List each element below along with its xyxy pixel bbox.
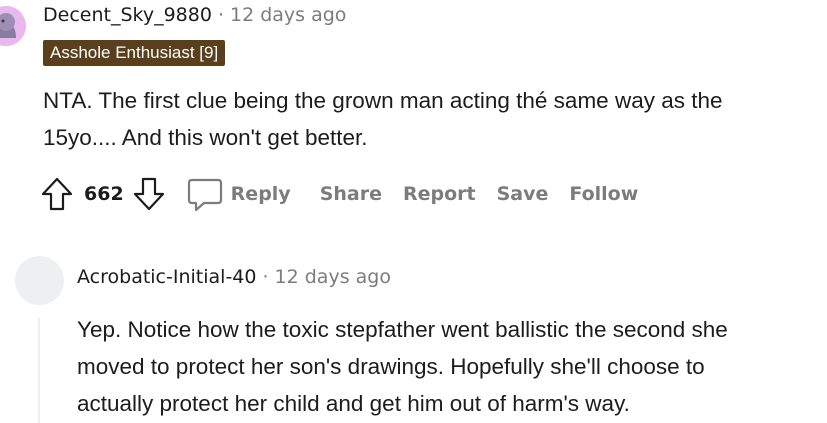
report-button[interactable]: Report (403, 183, 476, 205)
meta-separator: · (262, 266, 269, 288)
reply-button[interactable]: Reply (186, 175, 312, 213)
upvote-icon (41, 177, 73, 211)
avatar[interactable] (0, 6, 26, 46)
comment-body-line: NTA. The first clue being the grown man … (43, 88, 723, 113)
reply-body: Yep. Notice how the toxic stepfather wen… (77, 311, 728, 422)
reply-author[interactable]: Acrobatic-Initial-40 (77, 266, 256, 288)
follow-button[interactable]: Follow (569, 183, 638, 205)
downvote-icon (133, 177, 164, 211)
reply-body-line: Yep. Notice how the toxic stepfather wen… (77, 317, 728, 342)
comment-body-line: 15yo.... And this won't get better. (43, 125, 368, 150)
comment-time[interactable]: 12 days ago (230, 4, 346, 26)
downvote-button[interactable] (132, 176, 166, 212)
reply-avatar[interactable] (15, 256, 64, 305)
vote-count: 662 (84, 183, 124, 205)
reply-label[interactable]: Reply (231, 183, 291, 205)
reply-meta: Acrobatic-Initial-40 · 12 days ago (77, 266, 391, 288)
comment-actions: 662 Reply Share Report Save Follow (40, 174, 659, 214)
reply-time[interactable]: 12 days ago (275, 266, 391, 288)
thread-line[interactable] (38, 318, 40, 423)
comment-body: NTA. The first clue being the grown man … (43, 82, 723, 156)
user-flair: Asshole Enthusiast [9] (43, 40, 226, 66)
snoo-avatar-icon (0, 6, 26, 46)
upvote-button[interactable] (40, 176, 74, 212)
comment-author[interactable]: Decent_Sky_9880 (43, 4, 212, 26)
share-button[interactable]: Share (320, 183, 382, 205)
reply-body-line: actually protect her child and get him o… (77, 391, 630, 416)
comment-icon (187, 178, 222, 212)
reply-body-line: moved to protect her son's drawings. Hop… (77, 354, 705, 379)
meta-separator: · (217, 4, 224, 26)
comment-meta: Decent_Sky_9880 · 12 days ago (43, 4, 346, 26)
save-button[interactable]: Save (497, 183, 549, 205)
